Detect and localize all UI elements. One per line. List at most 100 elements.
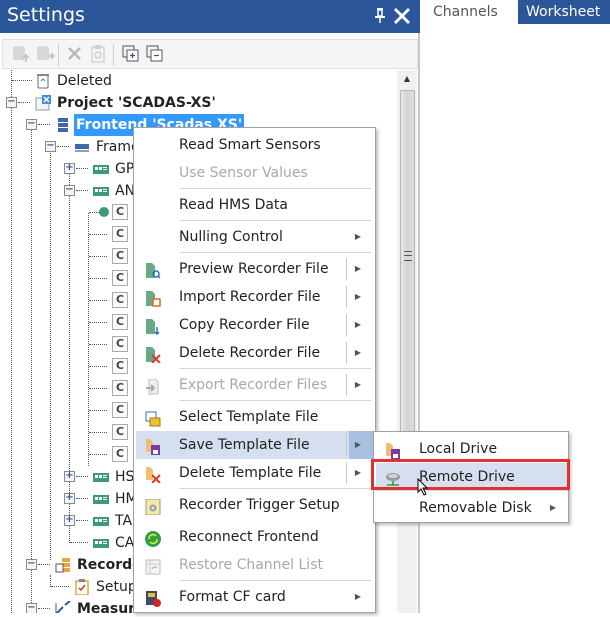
tree-line (76, 168, 88, 169)
tree-node-channel[interactable]: C (112, 380, 128, 396)
restore-list-icon (145, 557, 161, 575)
copy-file-icon (145, 317, 161, 336)
tree-node-channel[interactable]: C (112, 336, 128, 352)
module-card-icon (93, 513, 109, 529)
scroll-up-arrow-icon[interactable]: ▲ (400, 72, 414, 86)
module-card-icon (93, 535, 109, 551)
delete-icon[interactable] (65, 44, 85, 64)
pin-icon[interactable] (374, 7, 388, 25)
menu-item-reconnect-frontend[interactable]: Reconnect Frontend (136, 523, 373, 551)
tree-node-channel[interactable]: C (112, 248, 128, 264)
tree-node-label: Deleted (57, 73, 112, 89)
menu-item-label: Restore Channel List (179, 557, 323, 573)
chevron-right-icon: ▶ (354, 380, 361, 389)
menu-item-use-sensor-values[interactable]: Use Sensor Values (136, 159, 373, 187)
expand-toggle[interactable]: + (64, 515, 75, 526)
delete-template-icon (145, 465, 161, 484)
menu-item-format-cf-card[interactable]: Format CF card ▶ (136, 583, 373, 611)
trigger-setup-icon (145, 497, 161, 516)
menu-item-nulling-control[interactable]: Nulling Control ▶ (136, 223, 373, 251)
tree-scrollbar[interactable]: ▲ (397, 70, 417, 613)
menu-item-removable-disk[interactable]: Removable Disk ▶ (376, 494, 568, 522)
tree-node-channel[interactable]: C (112, 226, 128, 242)
tree-node-label: HS (115, 469, 135, 485)
tree-line (89, 300, 107, 301)
menu-item-label: Export Recorder Files (179, 377, 328, 393)
menu-item-remote-drive[interactable]: Remote Drive (376, 463, 568, 491)
menu-item-local-drive[interactable]: Local Drive (376, 435, 568, 463)
collapse-toggle[interactable]: − (45, 141, 56, 152)
menu-item-delete-recorder-file[interactable]: Delete Recorder File ▶ (136, 339, 373, 367)
tree-node-label: Setup (96, 579, 137, 595)
collapse-toggle[interactable]: − (6, 97, 17, 108)
tree-line (50, 147, 51, 560)
menu-item-delete-template-file[interactable]: Delete Template File ▶ (136, 459, 373, 487)
tree-node-channel[interactable]: C (112, 292, 128, 308)
tree-line (89, 234, 107, 235)
split-divider (346, 314, 347, 336)
collapse-toggle[interactable]: − (26, 119, 37, 130)
tab-channels[interactable]: Channels (423, 0, 518, 24)
close-icon[interactable] (393, 3, 413, 27)
menu-item-import-recorder-file[interactable]: Import Recorder File ▶ (136, 283, 373, 311)
expand-toggle[interactable]: + (64, 471, 75, 482)
menu-item-restore-channel-list[interactable]: Restore Channel List (136, 551, 373, 579)
chevron-right-icon: ▶ (354, 592, 361, 601)
collapse-all-icon[interactable] (145, 44, 165, 64)
tree-node-channel[interactable]: C (112, 402, 128, 418)
menu-item-copy-recorder-file[interactable]: Copy Recorder File ▶ (136, 311, 373, 339)
expand-all-icon[interactable] (121, 44, 141, 64)
save-template-icon (145, 437, 161, 455)
tree-line (76, 476, 88, 477)
menu-item-recorder-trigger-setup[interactable]: Recorder Trigger Setup (136, 491, 373, 519)
menu-item-label: Save Template File (179, 437, 310, 453)
menu-item-label: Preview Recorder File (179, 261, 329, 277)
menu-separator (179, 580, 371, 581)
tree-line (76, 190, 88, 191)
menu-item-select-template-file[interactable]: Select Template File (136, 403, 373, 431)
chevron-right-icon: ▶ (354, 440, 361, 449)
menu-item-read-smart-sensors[interactable]: Read Smart Sensors (136, 131, 373, 159)
split-divider (346, 434, 347, 456)
tree-line (89, 432, 107, 433)
tree-node-channel[interactable]: C (112, 204, 128, 220)
menu-item-save-template-file[interactable]: Save Template File ▶ (136, 431, 373, 459)
tree-line (38, 124, 50, 125)
collapse-toggle[interactable]: − (26, 603, 37, 613)
tree-node-channel[interactable]: C (112, 358, 128, 374)
export-db-icon[interactable] (35, 44, 56, 64)
tree-node-label: Recorde (77, 557, 142, 573)
upload-db-icon[interactable] (11, 44, 31, 64)
tree-line (89, 344, 107, 345)
scroll-thumb[interactable] (400, 90, 415, 450)
expand-toggle[interactable]: + (64, 493, 75, 504)
menu-item-read-hms-data[interactable]: Read HMS Data (136, 191, 373, 219)
menu-item-label: Read Smart Sensors (179, 137, 321, 153)
tree-node-channel[interactable]: C (112, 314, 128, 330)
module-card-icon (93, 491, 109, 507)
tree-line (89, 212, 99, 213)
menu-item-preview-recorder-file[interactable]: Preview Recorder File ▶ (136, 255, 373, 283)
tree-node-label: GP (115, 161, 135, 177)
chevron-right-icon: ▶ (354, 292, 361, 301)
tab-worksheet[interactable]: Worksheet (518, 0, 610, 24)
menu-item-label: Reconnect Frontend (179, 529, 319, 545)
paste-icon[interactable] (89, 44, 109, 64)
menu-item-export-recorder-files[interactable]: Export Recorder Files ▶ (136, 371, 373, 399)
collapse-toggle[interactable]: − (26, 559, 37, 570)
frontend-rack-icon (55, 117, 71, 133)
collapse-toggle[interactable]: − (64, 185, 75, 196)
frame-icon (74, 139, 90, 155)
tree-line (76, 520, 88, 521)
menu-item-label: Format CF card (179, 589, 286, 605)
module-card-icon (93, 469, 109, 485)
toolbar-separator (113, 44, 114, 66)
settings-toolbar (2, 39, 418, 69)
tree-node-channel[interactable]: C (112, 424, 128, 440)
menu-item-label: Delete Template File (179, 465, 322, 481)
tree-node-channel[interactable]: C (112, 270, 128, 286)
expand-toggle[interactable]: + (64, 163, 75, 174)
tree-node-channel[interactable]: C (112, 446, 128, 462)
import-file-icon (145, 289, 161, 307)
tree-line (89, 256, 107, 257)
